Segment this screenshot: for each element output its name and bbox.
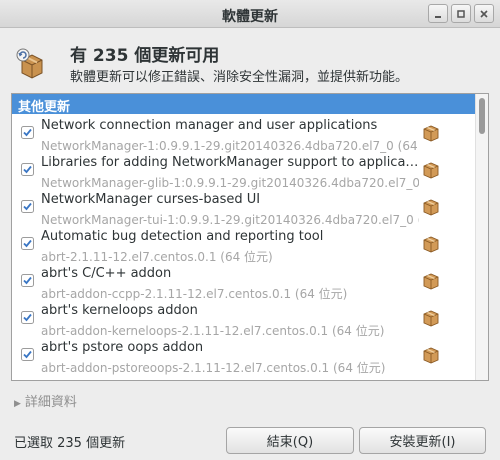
window-controls [428, 4, 494, 23]
update-row[interactable]: abrt's pstore oops addon abrt-addon-pstor… [12, 338, 476, 375]
update-name: abrt's C/C++ addon [41, 266, 172, 281]
close-dialog-button[interactable]: 結束(Q) [226, 427, 354, 454]
package-icon [423, 162, 439, 179]
title-bar: 軟體更新 [0, 0, 500, 28]
update-name: abrt's pstore oops addon [41, 340, 204, 355]
update-package: abrt-2.1.11-12.el7.centos.0.1 (64 位元) [41, 250, 273, 264]
package-icon [423, 347, 439, 364]
package-icon [423, 236, 439, 253]
update-package: abrt-addon-kerneloops-2.1.11-12.el7.cent… [41, 324, 385, 338]
checkbox-checked-icon[interactable] [21, 126, 34, 139]
checkbox-checked-icon[interactable] [21, 311, 34, 324]
selected-count: 已選取 235 個更新 [14, 436, 126, 451]
update-package: NetworkManager-glib-1:0.9.9.1-29.git2014… [41, 176, 419, 190]
update-row[interactable]: Libraries for adding NetworkManager supp… [12, 153, 476, 190]
maximize-icon [457, 9, 465, 18]
window-title: 軟體更新 [222, 9, 278, 25]
update-name: abrt's kerneloops addon [41, 303, 198, 318]
details-expander[interactable]: ▶ 詳細資料 [14, 391, 77, 410]
close-icon [480, 9, 488, 18]
package-icon [423, 273, 439, 290]
expander-arrow-icon: ▶ [14, 399, 21, 409]
install-updates-button[interactable]: 安裝更新(I) [359, 427, 486, 454]
checkbox-checked-icon[interactable] [21, 237, 34, 250]
update-package: NetworkManager-1:0.9.9.1-29.git20140326.… [41, 139, 419, 153]
update-list[interactable]: 其他更新 Network connection manager and user… [11, 93, 489, 381]
update-row[interactable]: NetworkManager curses-based UI NetworkMan… [12, 190, 476, 227]
update-package: abrt-addon-pstoreoops-2.1.11-12.el7.cent… [41, 361, 386, 375]
package-update-icon [16, 48, 43, 79]
scrollbar[interactable] [475, 94, 488, 380]
close-button[interactable] [474, 4, 494, 23]
update-group-header[interactable]: 其他更新 [12, 94, 476, 115]
maximize-button[interactable] [451, 4, 471, 23]
update-package: NetworkManager-tui-1:0.9.9.1-29.git20140… [41, 213, 419, 227]
update-row[interactable]: Network connection manager and user appl… [12, 116, 476, 153]
scroll-thumb[interactable] [479, 98, 485, 134]
update-row[interactable]: Automatic bug detection and reporting to… [12, 227, 476, 264]
update-name: Automatic bug detection and reporting to… [41, 229, 324, 244]
update-row[interactable]: abrt's C/C++ addon abrt-addon-ccpp-2.1.11… [12, 264, 476, 301]
update-name: Libraries for adding NetworkManager supp… [41, 155, 419, 170]
minimize-icon [435, 15, 441, 18]
checkbox-checked-icon[interactable] [21, 348, 34, 361]
update-name: NetworkManager curses-based UI [41, 192, 261, 207]
checkbox-checked-icon[interactable] [21, 274, 34, 287]
checkbox-checked-icon[interactable] [21, 200, 34, 213]
update-count-heading: 有 235 個更新可用 [70, 46, 220, 66]
details-label: 詳細資料 [24, 395, 77, 410]
package-icon [423, 125, 439, 142]
package-icon [423, 310, 439, 327]
update-description: 軟體更新可以修正錯誤、消除安全性漏洞，並提供新功能。 [70, 70, 409, 85]
minimize-button[interactable] [428, 4, 448, 23]
package-icon [423, 199, 439, 216]
update-row[interactable]: abrt's kerneloops addon abrt-addon-kernel… [12, 301, 476, 338]
update-package: abrt-addon-ccpp-2.1.11-12.el7.centos.0.1… [41, 287, 348, 301]
update-name: Network connection manager and user appl… [41, 118, 378, 133]
checkbox-checked-icon[interactable] [21, 163, 34, 176]
